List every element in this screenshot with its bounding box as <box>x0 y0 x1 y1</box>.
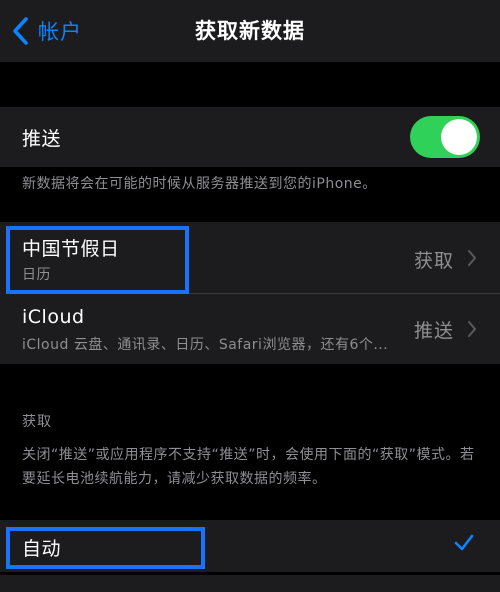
account-row-holidays[interactable]: 中国节假日 日历 获取 <box>0 222 500 294</box>
push-label: 推送 <box>22 128 62 150</box>
chevron-right-icon <box>468 250 476 266</box>
account-mode: 推送 <box>413 320 454 342</box>
push-toggle[interactable] <box>410 116 480 158</box>
account-name: 中国节假日 <box>22 238 120 260</box>
account-row-icloud[interactable]: iCloud iCloud 云盘、通讯录、日历、Safari浏览器，还有6个..… <box>0 294 500 364</box>
fetch-section-header: 获取 <box>22 414 52 430</box>
account-subtitle: 日历 <box>22 267 51 283</box>
fetch-option-auto[interactable]: 自动 <box>0 520 500 572</box>
toggle-knob <box>441 119 477 155</box>
checkmark-icon <box>454 534 474 551</box>
account-name: iCloud <box>22 306 85 328</box>
page-title: 获取新数据 <box>195 19 305 43</box>
screen: 帐户 获取新数据 推送 新数据将会在可能的时候从服务器推送到您的iPhone。 … <box>0 0 500 592</box>
account-subtitle: iCloud 云盘、通讯录、日历、Safari浏览器，还有6个... <box>22 337 389 353</box>
navigation-bar: 帐户 获取新数据 <box>0 0 500 62</box>
chevron-right-icon <box>468 321 476 337</box>
account-mode: 获取 <box>413 250 454 272</box>
fetch-section-footer: 关闭“推送”或应用程序不支持“推送”时，会使用下面的“获取”模式。若要延长电池续… <box>22 447 475 487</box>
push-cell: 推送 <box>0 107 500 167</box>
next-option-row <box>0 575 500 592</box>
push-footer: 新数据将会在可能的时候从服务器推送到您的iPhone。 <box>22 176 377 192</box>
fetch-option-label: 自动 <box>22 538 62 560</box>
